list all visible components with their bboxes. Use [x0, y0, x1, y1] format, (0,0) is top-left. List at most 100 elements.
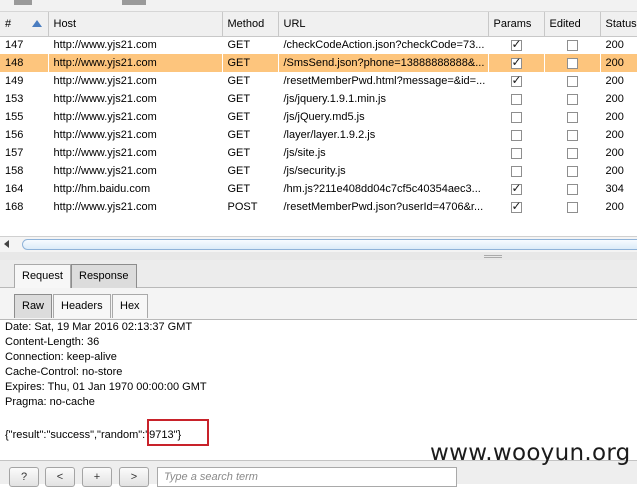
table-row[interactable]: 164 http://hm.baidu.com GET/hm.js?211e408d… [0, 180, 637, 198]
edited-checkbox[interactable] [566, 75, 578, 87]
table-row[interactable]: 149 http://www.yjs21.com GET/resetMemberPw… [0, 72, 637, 90]
horizontal-scrollbar[interactable] [0, 236, 637, 252]
column-header-host[interactable]: Host [48, 12, 223, 37]
table-row[interactable]: 156 http://www.yjs21.com GET/layer/layer.1… [0, 126, 637, 144]
pane-splitter[interactable] [0, 252, 637, 260]
edited-checkbox[interactable] [566, 129, 578, 141]
tab-raw[interactable]: Raw [14, 294, 53, 318]
response-header-line: Date: Sat, 19 Mar 2016 02:13:37 GMT [5, 321, 193, 333]
column-header-edited[interactable]: Edited [544, 12, 601, 37]
row-method: GET [227, 183, 251, 195]
row-url: /js/security.js [283, 165, 346, 177]
row-number: 149 [5, 75, 24, 87]
row-host: http://www.yjs21.com [53, 93, 157, 105]
params-checkbox[interactable] [510, 37, 522, 51]
row-edited-cell [544, 54, 600, 72]
row-status: 200 [605, 129, 624, 141]
table-row[interactable]: 158 http://www.yjs21.com GET/js/security.j… [0, 162, 637, 180]
column-header-params[interactable]: Params [488, 12, 545, 37]
row-method: GET [227, 75, 251, 87]
response-body[interactable]: Date: Sat, 19 Mar 2016 02:13:37 GMT Cont… [0, 320, 637, 460]
row-number: 155 [5, 111, 24, 123]
params-checkbox[interactable] [510, 181, 522, 195]
edited-checkbox[interactable] [566, 165, 578, 177]
row-params-cell [488, 72, 544, 90]
response-header-line: Content-Length: 36 [5, 336, 100, 348]
edited-checkbox[interactable] [566, 39, 578, 51]
edited-checkbox[interactable] [566, 201, 578, 213]
table-row[interactable]: 148 http://www.yjs21.com GET/SmsSend.json?… [0, 54, 637, 72]
scrollbar-thumb[interactable] [22, 239, 637, 250]
previous-button[interactable]: < [45, 467, 75, 487]
cropped-text-stub [122, 0, 146, 5]
tab-hex[interactable]: Hex [112, 294, 148, 318]
response-header-line: Pragma: no-cache [5, 396, 95, 408]
params-checkbox[interactable] [510, 73, 522, 87]
row-status: 200 [605, 39, 624, 52]
row-url: /resetMemberPwd.html?message=&id=... [283, 75, 486, 87]
row-params-cell [488, 126, 544, 144]
params-checkbox[interactable] [510, 93, 522, 105]
row-params-cell [488, 198, 544, 216]
add-button[interactable]: + [82, 467, 112, 487]
row-edited-cell [544, 198, 600, 216]
params-checkbox[interactable] [510, 129, 522, 141]
edited-checkbox[interactable] [566, 147, 578, 159]
row-status: 200 [605, 75, 624, 87]
column-header-number[interactable]: # [0, 12, 49, 37]
row-host: http://www.yjs21.com [53, 111, 157, 123]
params-checkbox[interactable] [510, 111, 522, 123]
row-host: http://www.yjs21.com [53, 39, 157, 52]
cropped-text-stub [14, 0, 32, 5]
params-checkbox[interactable] [510, 55, 522, 69]
tab-headers[interactable]: Headers [53, 294, 111, 318]
row-method: GET [227, 165, 251, 177]
edited-checkbox[interactable] [566, 93, 578, 105]
row-number: 168 [5, 201, 24, 213]
tab-request[interactable]: Request [14, 264, 71, 288]
row-status: 304 [605, 183, 624, 195]
params-checkbox[interactable] [510, 165, 522, 177]
tab-response[interactable]: Response [71, 264, 137, 288]
row-number: 148 [0, 54, 48, 72]
row-method: GET [227, 111, 251, 123]
edited-checkbox[interactable] [566, 183, 578, 195]
splitter-grip-icon[interactable] [484, 255, 502, 258]
params-checkbox[interactable] [510, 147, 522, 159]
column-header-method[interactable]: Method [222, 12, 279, 37]
scroll-left-icon[interactable] [4, 240, 9, 248]
row-url: /layer/layer.1.9.2.js [283, 129, 376, 141]
row-params-cell [488, 90, 544, 108]
column-header-status[interactable]: Status [600, 12, 637, 37]
row-params-cell [488, 108, 544, 126]
column-header-number-label: # [5, 17, 12, 30]
row-edited-cell [544, 144, 600, 162]
top-strip [0, 0, 637, 12]
response-header-line: Cache-Control: no-store [5, 366, 123, 378]
sort-ascending-icon [31, 20, 42, 27]
edited-checkbox[interactable] [566, 111, 578, 123]
table-row[interactable]: 157 http://www.yjs21.com GET/js/site.js 200 [0, 144, 637, 162]
next-button[interactable]: > [119, 467, 149, 487]
row-host: http://www.yjs21.com [53, 129, 157, 141]
row-number: 156 [5, 129, 24, 141]
column-header-url[interactable]: URL [278, 12, 489, 37]
help-button[interactable]: ? [9, 467, 39, 487]
row-edited-cell [544, 180, 600, 198]
table-row[interactable]: 153 http://www.yjs21.com GET/js/jquery.1.9… [0, 90, 637, 108]
row-method: GET [227, 93, 251, 105]
params-checkbox[interactable] [510, 199, 522, 213]
row-params-cell [488, 180, 544, 198]
edited-checkbox[interactable] [566, 57, 578, 69]
search-input[interactable]: Type a search term [157, 467, 457, 487]
row-status: 200 [605, 201, 624, 213]
row-host: http://www.yjs21.com [48, 54, 222, 72]
row-url: /js/jquery.1.9.1.min.js [283, 93, 387, 105]
row-edited-cell [544, 36, 600, 54]
row-status: 200 [600, 54, 637, 72]
table-row[interactable]: 168 http://www.yjs21.com POST/resetMemberP… [0, 198, 637, 216]
table-row[interactable]: 147 http://www.yjs21.com GET/checkCodeActi… [0, 36, 637, 54]
table-row[interactable]: 155 http://www.yjs21.com GET/js/jQuery.md5… [0, 108, 637, 126]
row-params-cell [488, 144, 544, 162]
row-params-cell [488, 54, 544, 72]
